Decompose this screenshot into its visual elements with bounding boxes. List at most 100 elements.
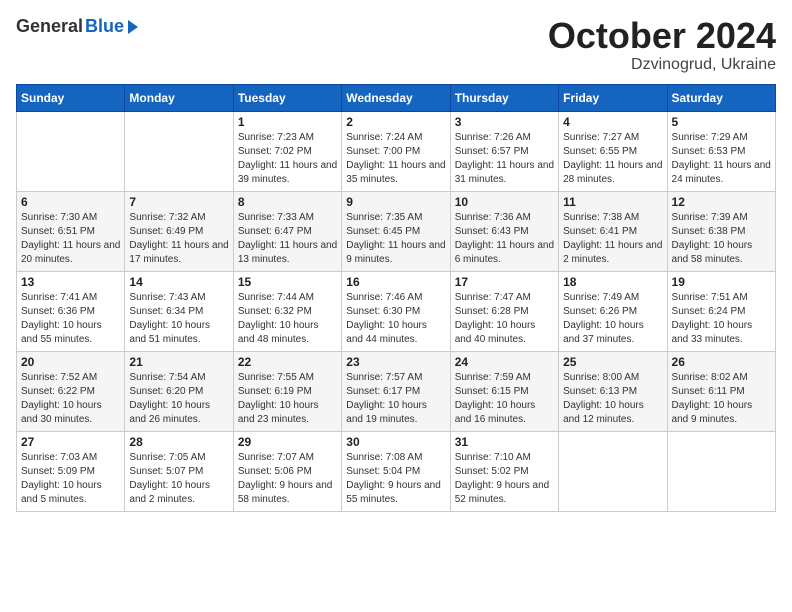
day-info: Sunrise: 7:38 AM Sunset: 6:41 PM Dayligh… — [563, 211, 662, 267]
day-number: 19 — [672, 275, 771, 289]
weekday-header-tuesday: Tuesday — [233, 84, 341, 111]
day-info: Sunrise: 7:59 AM Sunset: 6:15 PM Dayligh… — [455, 371, 554, 427]
day-info: Sunrise: 7:41 AM Sunset: 6:36 PM Dayligh… — [21, 291, 120, 347]
day-number: 12 — [672, 195, 771, 209]
day-number: 7 — [129, 195, 228, 209]
location-title: Dzvinogrud, Ukraine — [548, 56, 776, 74]
calendar-cell: 24 Sunrise: 7:59 AM Sunset: 6:15 PM Dayli… — [450, 351, 558, 431]
day-info: Sunrise: 7:43 AM Sunset: 6:34 PM Dayligh… — [129, 291, 228, 347]
calendar-cell — [667, 431, 775, 511]
day-number: 15 — [238, 275, 337, 289]
day-number: 20 — [21, 355, 120, 369]
page-header: General Blue October 2024 Dzvinogrud, Uk… — [16, 16, 776, 74]
calendar-cell — [559, 431, 667, 511]
day-info: Sunrise: 7:10 AM Sunset: 5:02 PM Dayligh… — [455, 451, 554, 507]
logo-arrow-icon — [128, 20, 138, 34]
day-info: Sunrise: 7:08 AM Sunset: 5:04 PM Dayligh… — [346, 451, 445, 507]
day-info: Sunrise: 7:54 AM Sunset: 6:20 PM Dayligh… — [129, 371, 228, 427]
calendar-cell — [17, 111, 125, 191]
logo-blue-text: Blue — [85, 16, 124, 37]
calendar-cell: 7 Sunrise: 7:32 AM Sunset: 6:49 PM Daylig… — [125, 191, 233, 271]
week-row-4: 20 Sunrise: 7:52 AM Sunset: 6:22 PM Dayli… — [17, 351, 776, 431]
day-info: Sunrise: 7:55 AM Sunset: 6:19 PM Dayligh… — [238, 371, 337, 427]
day-number: 11 — [563, 195, 662, 209]
calendar-cell: 30 Sunrise: 7:08 AM Sunset: 5:04 PM Dayli… — [342, 431, 450, 511]
calendar-cell: 12 Sunrise: 7:39 AM Sunset: 6:38 PM Dayli… — [667, 191, 775, 271]
calendar-cell: 3Sunrise: 7:26 AM Sunset: 6:57 PM Daylig… — [450, 111, 558, 191]
logo-general-text: General — [16, 16, 83, 37]
day-number: 30 — [346, 435, 445, 449]
day-info: Sunrise: 7:57 AM Sunset: 6:17 PM Dayligh… — [346, 371, 445, 427]
day-info: Sunrise: 7:46 AM Sunset: 6:30 PM Dayligh… — [346, 291, 445, 347]
calendar-cell: 21 Sunrise: 7:54 AM Sunset: 6:20 PM Dayli… — [125, 351, 233, 431]
day-number: 18 — [563, 275, 662, 289]
calendar-cell: 9 Sunrise: 7:35 AM Sunset: 6:45 PM Daylig… — [342, 191, 450, 271]
calendar-cell: 5 Sunrise: 7:29 AM Sunset: 6:53 PM Daylig… — [667, 111, 775, 191]
day-info: Sunrise: 7:49 AM Sunset: 6:26 PM Dayligh… — [563, 291, 662, 347]
calendar-cell: 22 Sunrise: 7:55 AM Sunset: 6:19 PM Dayli… — [233, 351, 341, 431]
day-number: 5 — [672, 115, 771, 129]
calendar-cell: 16 Sunrise: 7:46 AM Sunset: 6:30 PM Dayli… — [342, 271, 450, 351]
weekday-header-thursday: Thursday — [450, 84, 558, 111]
calendar-cell: 19Sunrise: 7:51 AM Sunset: 6:24 PM Dayli… — [667, 271, 775, 351]
calendar-cell: 26 Sunrise: 8:02 AM Sunset: 6:11 PM Dayli… — [667, 351, 775, 431]
week-row-1: 1Sunrise: 7:23 AM Sunset: 7:02 PM Daylig… — [17, 111, 776, 191]
calendar-cell: 6 Sunrise: 7:30 AM Sunset: 6:51 PM Daylig… — [17, 191, 125, 271]
day-info: Sunrise: 7:32 AM Sunset: 6:49 PM Dayligh… — [129, 211, 228, 267]
day-info: Sunrise: 7:30 AM Sunset: 6:51 PM Dayligh… — [21, 211, 120, 267]
day-number: 9 — [346, 195, 445, 209]
day-number: 22 — [238, 355, 337, 369]
calendar-cell: 15 Sunrise: 7:44 AM Sunset: 6:32 PM Dayli… — [233, 271, 341, 351]
weekday-header-friday: Friday — [559, 84, 667, 111]
week-row-3: 13 Sunrise: 7:41 AM Sunset: 6:36 PM Dayli… — [17, 271, 776, 351]
day-number: 6 — [21, 195, 120, 209]
day-info: Sunrise: 7:39 AM Sunset: 6:38 PM Dayligh… — [672, 211, 771, 267]
calendar-cell: 18 Sunrise: 7:49 AM Sunset: 6:26 PM Dayli… — [559, 271, 667, 351]
calendar-cell: 13 Sunrise: 7:41 AM Sunset: 6:36 PM Dayli… — [17, 271, 125, 351]
day-info: Sunrise: 7:07 AM Sunset: 5:06 PM Dayligh… — [238, 451, 337, 507]
calendar-cell: 29 Sunrise: 7:07 AM Sunset: 5:06 PM Dayli… — [233, 431, 341, 511]
day-info: Sunrise: 7:05 AM Sunset: 5:07 PM Dayligh… — [129, 451, 228, 507]
week-row-5: 27 Sunrise: 7:03 AM Sunset: 5:09 PM Dayli… — [17, 431, 776, 511]
logo: General Blue — [16, 16, 138, 37]
day-number: 25 — [563, 355, 662, 369]
calendar-cell: 20 Sunrise: 7:52 AM Sunset: 6:22 PM Dayli… — [17, 351, 125, 431]
day-number: 27 — [21, 435, 120, 449]
weekday-header-sunday: Sunday — [17, 84, 125, 111]
day-info: Sunrise: 7:52 AM Sunset: 6:22 PM Dayligh… — [21, 371, 120, 427]
weekday-header-row: SundayMondayTuesdayWednesdayThursdayFrid… — [17, 84, 776, 111]
day-number: 31 — [455, 435, 554, 449]
calendar-cell — [125, 111, 233, 191]
title-section: October 2024 Dzvinogrud, Ukraine — [548, 16, 776, 74]
day-number: 26 — [672, 355, 771, 369]
day-number: 24 — [455, 355, 554, 369]
day-number: 2 — [346, 115, 445, 129]
calendar-cell: 25Sunrise: 8:00 AM Sunset: 6:13 PM Dayli… — [559, 351, 667, 431]
calendar-cell: 11 Sunrise: 7:38 AM Sunset: 6:41 PM Dayli… — [559, 191, 667, 271]
day-info: Sunrise: 7:24 AM Sunset: 7:00 PM Dayligh… — [346, 131, 445, 187]
day-info: Sunrise: 7:35 AM Sunset: 6:45 PM Dayligh… — [346, 211, 445, 267]
day-number: 29 — [238, 435, 337, 449]
day-number: 4 — [563, 115, 662, 129]
calendar-cell: 31 Sunrise: 7:10 AM Sunset: 5:02 PM Dayli… — [450, 431, 558, 511]
day-info: Sunrise: 7:03 AM Sunset: 5:09 PM Dayligh… — [21, 451, 120, 507]
day-info: Sunrise: 7:27 AM Sunset: 6:55 PM Dayligh… — [563, 131, 662, 187]
day-number: 3 — [455, 115, 554, 129]
month-title: October 2024 — [548, 16, 776, 56]
day-info: Sunrise: 8:02 AM Sunset: 6:11 PM Dayligh… — [672, 371, 771, 427]
calendar-cell: 27 Sunrise: 7:03 AM Sunset: 5:09 PM Dayli… — [17, 431, 125, 511]
day-number: 21 — [129, 355, 228, 369]
calendar-cell: 2 Sunrise: 7:24 AM Sunset: 7:00 PM Daylig… — [342, 111, 450, 191]
day-number: 1 — [238, 115, 337, 129]
weekday-header-saturday: Saturday — [667, 84, 775, 111]
day-number: 23 — [346, 355, 445, 369]
day-number: 8 — [238, 195, 337, 209]
calendar-cell: 17Sunrise: 7:47 AM Sunset: 6:28 PM Dayli… — [450, 271, 558, 351]
day-info: Sunrise: 7:44 AM Sunset: 6:32 PM Dayligh… — [238, 291, 337, 347]
weekday-header-wednesday: Wednesday — [342, 84, 450, 111]
day-info: Sunrise: 7:29 AM Sunset: 6:53 PM Dayligh… — [672, 131, 771, 187]
day-number: 13 — [21, 275, 120, 289]
calendar-cell: 28Sunrise: 7:05 AM Sunset: 5:07 PM Dayli… — [125, 431, 233, 511]
day-number: 16 — [346, 275, 445, 289]
day-info: Sunrise: 7:36 AM Sunset: 6:43 PM Dayligh… — [455, 211, 554, 267]
